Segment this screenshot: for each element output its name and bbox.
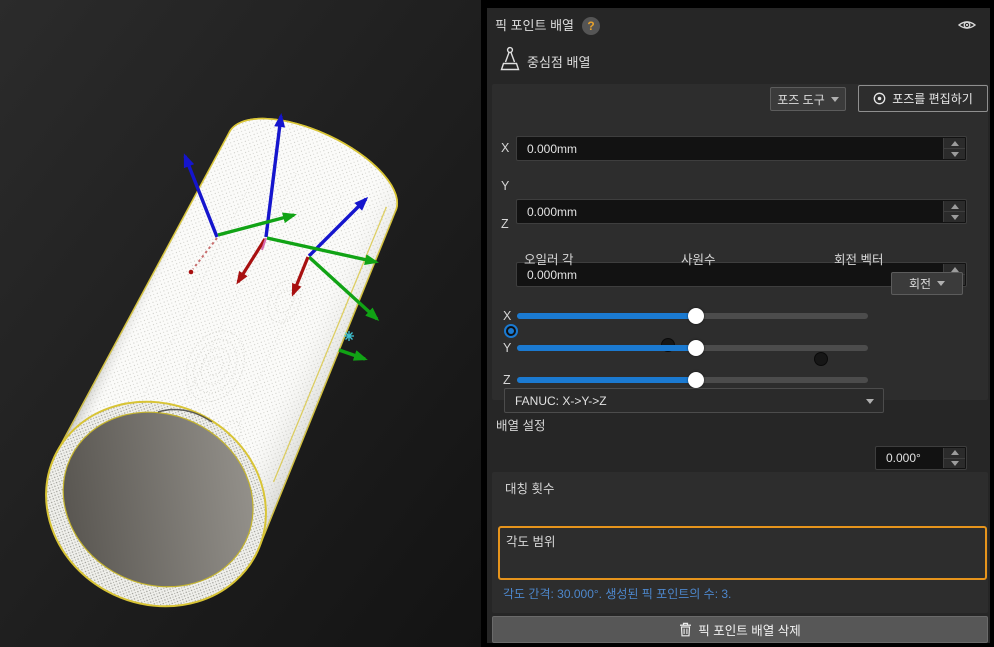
array-settings-label: 배열 설정 bbox=[496, 419, 546, 433]
radio-quaternion-label[interactable]: 사원수 bbox=[681, 249, 716, 268]
tool-subtitle: 중심점 배열 bbox=[527, 55, 591, 70]
step-up-icon[interactable] bbox=[944, 201, 965, 211]
slider-z[interactable] bbox=[517, 372, 868, 388]
step-down-icon[interactable] bbox=[944, 211, 965, 222]
rotate-button-label: 회전 bbox=[908, 277, 932, 291]
trash-icon bbox=[680, 622, 692, 637]
slider-x-label: X bbox=[503, 309, 512, 323]
position-x-label: X bbox=[501, 141, 510, 155]
edit-pose-button[interactable]: 포즈를 편집하기 bbox=[858, 85, 988, 112]
chevron-down-icon bbox=[937, 281, 946, 286]
slider-x-thumb[interactable] bbox=[688, 308, 704, 324]
radio-rotation-vector-label[interactable]: 회전 벡터 bbox=[834, 249, 883, 268]
chevron-down-icon bbox=[866, 398, 874, 404]
position-z-label: Z bbox=[501, 217, 509, 231]
position-y-input[interactable]: 0.000mm bbox=[516, 199, 967, 224]
slider-z-thumb[interactable] bbox=[688, 372, 704, 388]
rotation-x-input[interactable]: 0.000° bbox=[875, 446, 967, 470]
visibility-eye-icon[interactable] bbox=[958, 18, 976, 32]
pick-point-array-window: 픽 포인트 배열 ? 중심점 배열 포즈 도구 포즈를 편집하기 X 0.000… bbox=[0, 0, 994, 647]
point-cloud-scene bbox=[0, 0, 481, 647]
selection-marker bbox=[344, 331, 354, 341]
chevron-down-icon bbox=[830, 96, 839, 102]
symmetry-count-label: 대칭 횟수 bbox=[505, 482, 555, 496]
help-icon[interactable]: ? bbox=[582, 17, 600, 35]
radio-rotation-vector[interactable] bbox=[814, 352, 828, 366]
step-down-icon[interactable] bbox=[944, 148, 965, 159]
position-x-input[interactable]: 0.000mm bbox=[516, 136, 967, 161]
rotate-button[interactable]: 회전 bbox=[891, 272, 963, 295]
euler-convention-dropdown[interactable]: FANUC: X->Y->Z bbox=[504, 388, 884, 413]
radio-euler-angles[interactable] bbox=[504, 324, 518, 338]
panel-title: 픽 포인트 배열 bbox=[495, 18, 574, 33]
euler-convention-value: FANUC: X->Y->Z bbox=[515, 393, 607, 408]
slider-y-label: Y bbox=[503, 341, 512, 355]
angle-range-label: 각도 범위 bbox=[506, 535, 556, 549]
position-y-label: Y bbox=[501, 179, 510, 193]
delete-pick-point-array-button[interactable]: 픽 포인트 배열 삭제 bbox=[492, 616, 988, 643]
pick-point-array-panel: 픽 포인트 배열 ? 중심점 배열 포즈 도구 포즈를 편집하기 X 0.000… bbox=[487, 8, 990, 643]
rotation-x-value: 0.000° bbox=[886, 451, 921, 465]
pose-tools-button[interactable]: 포즈 도구 bbox=[770, 87, 846, 111]
step-down-icon[interactable] bbox=[944, 457, 965, 469]
delete-button-label: 픽 포인트 배열 삭제 bbox=[698, 624, 801, 638]
angle-range-highlight bbox=[498, 526, 987, 580]
pose-group-box bbox=[492, 84, 988, 400]
position-y-stepper[interactable] bbox=[943, 201, 965, 222]
pose-tools-label: 포즈 도구 bbox=[777, 92, 825, 107]
slider-y[interactable] bbox=[517, 340, 868, 356]
position-y-value: 0.000mm bbox=[527, 204, 578, 219]
center-point-tool-icon bbox=[500, 46, 520, 71]
slider-x[interactable] bbox=[517, 308, 868, 324]
array-status-text: 각도 간격: 30.000°. 생성된 픽 포인트의 수: 3. bbox=[503, 587, 732, 601]
edit-pose-label: 포즈를 편집하기 bbox=[892, 92, 973, 106]
step-up-icon[interactable] bbox=[944, 138, 965, 148]
target-icon bbox=[873, 92, 886, 105]
slider-z-label: Z bbox=[503, 373, 511, 387]
step-up-icon[interactable] bbox=[944, 448, 965, 458]
3d-viewport[interactable] bbox=[0, 0, 481, 647]
position-z-value: 0.000mm bbox=[527, 267, 578, 282]
rotation-x-stepper[interactable] bbox=[943, 448, 965, 468]
radio-euler-angles-label[interactable]: 오일러 각 bbox=[524, 249, 573, 268]
position-x-value: 0.000mm bbox=[527, 141, 578, 156]
slider-y-thumb[interactable] bbox=[688, 340, 704, 356]
position-x-stepper[interactable] bbox=[943, 138, 965, 159]
